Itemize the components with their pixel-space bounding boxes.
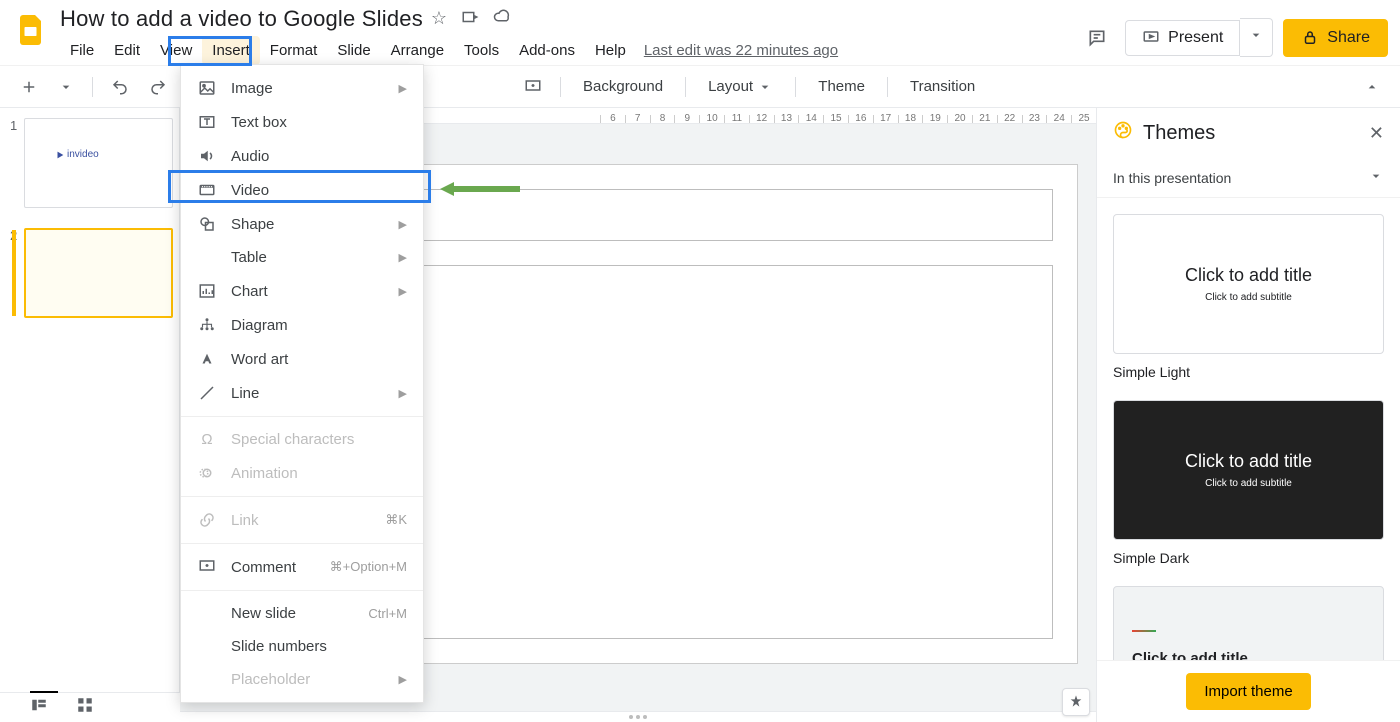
import-theme-button[interactable]: Import theme — [1186, 673, 1310, 710]
palette-icon — [1113, 120, 1133, 146]
submenu-arrow-icon: ▶ — [399, 285, 407, 298]
animation-icon — [197, 464, 217, 482]
menu-file[interactable]: File — [60, 36, 104, 65]
view-toggle-bar — [0, 692, 180, 722]
filmstrip-view-icon[interactable] — [30, 696, 48, 719]
slide-thumbnail-2[interactable] — [24, 228, 173, 318]
explore-button[interactable] — [1062, 688, 1090, 716]
theme-simple-light[interactable]: Click to add title Click to add subtitle — [1113, 214, 1384, 354]
submenu-arrow-icon: ▶ — [399, 218, 407, 231]
theme-streamline[interactable]: Click to add title Click to add subtitle — [1113, 586, 1384, 660]
insert-animation: Animation — [181, 456, 423, 490]
insert-textbox[interactable]: Text box — [181, 105, 423, 139]
themes-title: Themes — [1143, 122, 1215, 145]
speaker-notes-handle[interactable] — [180, 711, 1096, 722]
share-button[interactable]: Share — [1283, 19, 1388, 57]
insert-special-characters: Ω Special characters — [181, 423, 423, 456]
submenu-arrow-icon: ▶ — [399, 387, 407, 400]
expand-section-icon[interactable] — [1368, 168, 1384, 187]
insert-chart[interactable]: Chart ▶ — [181, 274, 423, 308]
chart-icon — [197, 282, 217, 300]
open-comments-button[interactable] — [1079, 20, 1115, 56]
slide-thumbnail-1[interactable]: invideo — [24, 118, 173, 208]
slides-logo[interactable] — [12, 10, 52, 50]
omega-icon: Ω — [197, 431, 217, 448]
present-label: Present — [1168, 29, 1223, 47]
diagram-icon — [197, 316, 217, 334]
present-options-caret[interactable] — [1240, 18, 1273, 57]
shape-icon — [197, 215, 217, 233]
insert-shape[interactable]: Shape ▶ — [181, 207, 423, 241]
insert-image[interactable]: Image ▶ — [181, 71, 423, 105]
insert-wordart[interactable]: Word art — [181, 342, 423, 376]
invideo-logo: invideo — [55, 149, 99, 160]
insert-menu-dropdown: Image ▶ Text box Audio Video Shape ▶ Tab… — [180, 64, 424, 703]
menu-slide[interactable]: Slide — [327, 36, 380, 65]
image-icon — [197, 79, 217, 97]
annotation-arrow — [440, 182, 520, 196]
insert-link: Link ⌘K — [181, 503, 423, 537]
themes-section-label: In this presentation — [1113, 170, 1231, 186]
insert-audio[interactable]: Audio — [181, 139, 423, 173]
add-comment-button[interactable] — [516, 72, 550, 102]
undo-button[interactable] — [103, 72, 137, 102]
present-button[interactable]: Present — [1125, 20, 1240, 56]
insert-line[interactable]: Line ▶ — [181, 376, 423, 410]
menu-help[interactable]: Help — [585, 36, 636, 65]
menu-arrange[interactable]: Arrange — [381, 36, 454, 65]
link-icon — [197, 511, 217, 529]
theme-label: Simple Dark — [1113, 550, 1384, 566]
textbox-icon — [197, 113, 217, 131]
insert-table[interactable]: Table ▶ — [181, 241, 423, 274]
audio-icon — [197, 147, 217, 165]
star-icon[interactable]: ☆ — [431, 8, 447, 31]
insert-placeholder: Placeholder ▶ — [181, 663, 423, 696]
submenu-arrow-icon: ▶ — [399, 251, 407, 264]
wordart-icon — [197, 350, 217, 368]
video-icon — [197, 181, 217, 199]
collapse-toolbar-button[interactable] — [1356, 73, 1388, 101]
line-icon — [197, 384, 217, 402]
background-button[interactable]: Background — [571, 72, 675, 101]
grid-view-icon[interactable] — [76, 696, 94, 719]
theme-label: Simple Light — [1113, 364, 1384, 380]
menu-tools[interactable]: Tools — [454, 36, 509, 65]
comment-icon — [197, 558, 217, 576]
cloud-status-icon[interactable] — [493, 8, 511, 31]
insert-slide-numbers[interactable]: Slide numbers — [181, 630, 423, 663]
insert-video[interactable]: Video — [181, 173, 423, 207]
submenu-arrow-icon: ▶ — [399, 82, 407, 95]
themes-panel: Themes ✕ In this presentation Click to a… — [1096, 108, 1400, 722]
transition-button[interactable]: Transition — [898, 72, 987, 101]
menu-format[interactable]: Format — [260, 36, 328, 65]
submenu-arrow-icon: ▶ — [399, 673, 407, 686]
last-edit-text[interactable]: Last edit was 22 minutes ago — [644, 36, 838, 65]
menu-addons[interactable]: Add-ons — [509, 36, 585, 65]
slide-thumbnail-panel: 1 invideo 2 — [0, 108, 180, 722]
menu-view[interactable]: View — [150, 36, 202, 65]
theme-simple-dark[interactable]: Click to add title Click to add subtitle — [1113, 400, 1384, 540]
new-slide-button[interactable] — [12, 72, 46, 102]
insert-comment[interactable]: Comment ⌘+Option+M — [181, 550, 423, 584]
doc-title[interactable]: How to add a video to Google Slides — [60, 6, 423, 32]
share-label: Share — [1327, 29, 1370, 47]
menu-edit[interactable]: Edit — [104, 36, 150, 65]
insert-new-slide[interactable]: New slide Ctrl+M — [181, 597, 423, 630]
insert-diagram[interactable]: Diagram — [181, 308, 423, 342]
menu-insert[interactable]: Insert — [202, 36, 260, 65]
theme-button[interactable]: Theme — [806, 72, 877, 101]
redo-button[interactable] — [141, 72, 175, 102]
slide-number: 1 — [10, 118, 24, 208]
close-themes-button[interactable]: ✕ — [1369, 123, 1384, 144]
move-icon[interactable] — [461, 8, 479, 31]
new-slide-caret[interactable] — [50, 73, 82, 101]
layout-button[interactable]: Layout — [696, 72, 785, 101]
